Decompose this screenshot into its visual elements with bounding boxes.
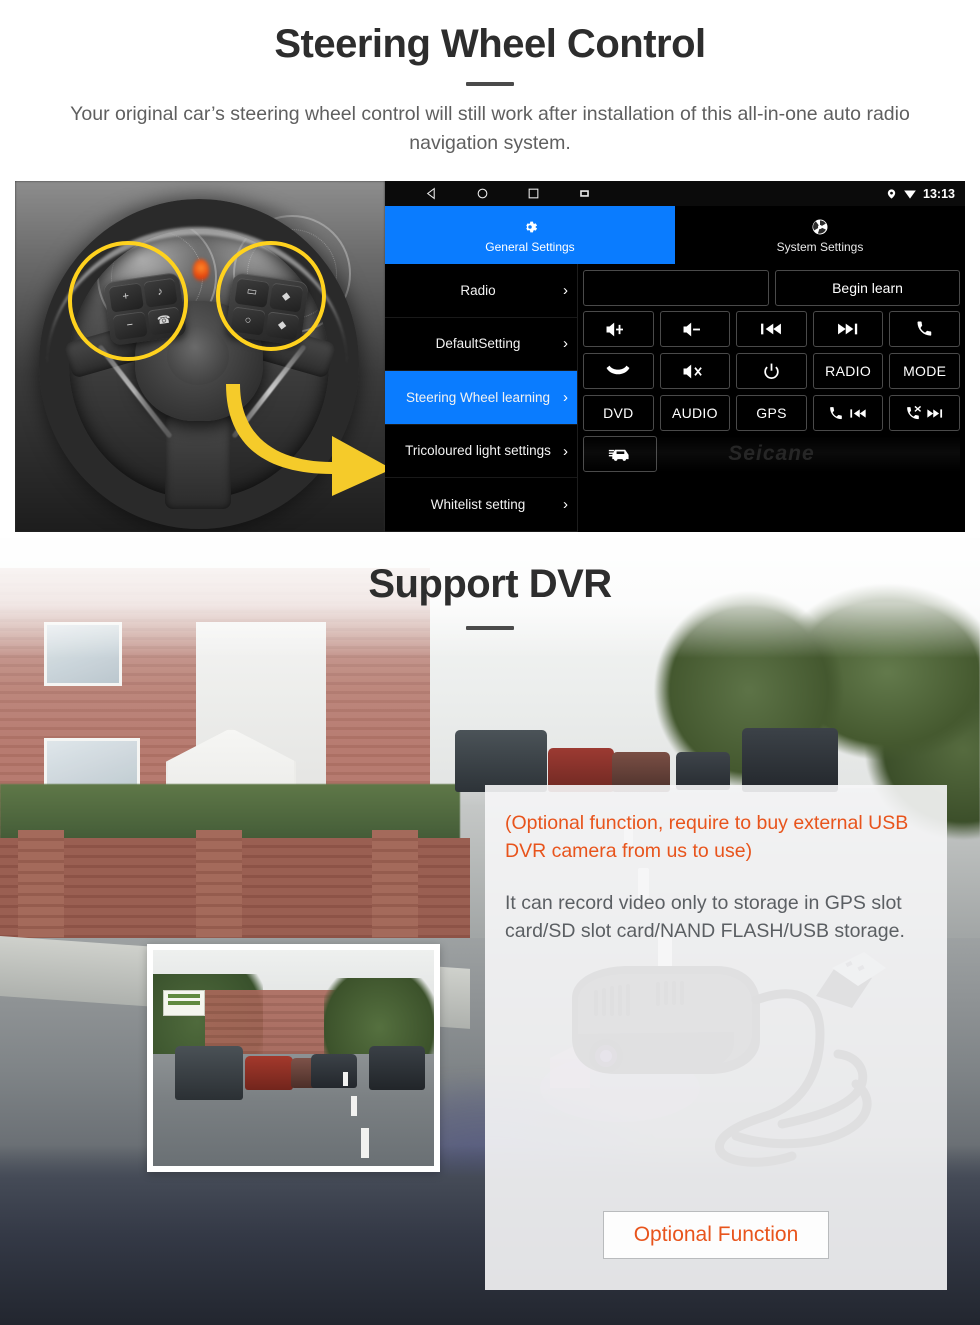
chevron-right-icon: › [563, 496, 568, 514]
mute-button[interactable] [659, 353, 731, 389]
head-unit-body: Radio › DefaultSetting › Steering Wheel … [385, 264, 965, 532]
previous-track-icon [850, 408, 866, 418]
title-divider [466, 82, 514, 86]
menu-item-tricoloured-light-settings-label: Tricoloured light settings [405, 443, 551, 459]
power-button[interactable] [736, 353, 807, 389]
menu-item-steering-wheel-learning[interactable]: Steering Wheel learning › [385, 371, 577, 425]
volume-up-button[interactable] [583, 311, 654, 347]
gps-button[interactable]: GPS [736, 395, 807, 431]
dvr-optional-note: (Optional function, require to buy exter… [505, 812, 909, 862]
status-bar-right: 13:13 [886, 181, 955, 206]
chevron-right-icon: › [563, 442, 568, 460]
inset-road-sign [163, 990, 205, 1016]
chevron-right-icon: › [563, 335, 568, 353]
call-previous-button[interactable] [812, 395, 884, 431]
dashcam-recording-thumbnail [147, 944, 440, 1172]
page-subtitle: Your original car’s steering wheel contr… [70, 103, 910, 155]
inset-car [175, 1046, 243, 1100]
inset-lane-marking [361, 1128, 369, 1158]
yellow-arrow-icon [220, 366, 385, 496]
inset-car [311, 1054, 357, 1088]
dvr-title: Support DVR [368, 562, 612, 606]
volume-down-button[interactable] [659, 311, 731, 347]
parked-car [455, 730, 547, 792]
highlight-circle-right [216, 241, 326, 351]
chevron-right-icon: › [563, 281, 568, 299]
function-button-grid: RADIO MODE DVD AUDIO GPS [583, 311, 960, 431]
call-hangup-icon [606, 365, 630, 375]
support-dvr-section: Support DVR (Optional function, require … [0, 538, 980, 1325]
menu-item-tricoloured-light-settings[interactable]: Tricoloured light settings › [385, 425, 577, 479]
settings-tabs: General Settings System Settings [385, 206, 965, 264]
tab-general-settings[interactable]: General Settings [385, 206, 675, 264]
steering-wheel-photo: + ♪ − ☎ ▭ ◆ ○ ◆ [15, 181, 385, 532]
callend-next-button[interactable] [889, 395, 960, 431]
parked-car [742, 728, 838, 792]
highlight-circle-left [68, 241, 188, 361]
android-nav-icons [425, 187, 591, 200]
dvr-title-divider [466, 626, 514, 630]
inset-car [369, 1046, 425, 1090]
vehicle-info-button[interactable] [583, 436, 657, 472]
screenshot-icon[interactable] [578, 187, 591, 200]
settings-menu-list: Radio › DefaultSetting › Steering Wheel … [385, 264, 578, 532]
learning-panel: Begin learn RADIO MODE DVD AUDIO GPS Sei… [578, 264, 965, 532]
next-track-icon [927, 408, 942, 418]
page-root: Steering Wheel Control Your original car… [0, 0, 980, 1325]
steering-wheel-control-section: Steering Wheel Control Your original car… [0, 0, 980, 538]
call-answer-icon [830, 406, 842, 419]
status-bar-time: 13:13 [923, 186, 955, 201]
recents-icon[interactable] [527, 187, 540, 200]
inset-car [245, 1056, 293, 1090]
learning-top-row: Begin learn [583, 270, 960, 306]
volume-down-icon [683, 322, 700, 336]
call-reject-icon [906, 405, 921, 419]
menu-item-radio[interactable]: Radio › [385, 264, 577, 318]
location-pin-icon [887, 188, 896, 199]
previous-track-button[interactable] [736, 311, 807, 347]
system-settings-icon [812, 219, 828, 234]
dvr-description: It can record video only to storage in G… [505, 892, 905, 942]
dvd-button[interactable]: DVD [583, 395, 654, 431]
inset-scene [153, 950, 434, 1166]
begin-learn-button[interactable]: Begin learn [775, 270, 960, 306]
tab-system-settings[interactable]: System Settings [675, 206, 965, 264]
menu-item-steering-wheel-learning-label: Steering Wheel learning [405, 389, 551, 405]
optional-function-button[interactable]: Optional Function [603, 1211, 829, 1259]
menu-item-whitelist-setting-label: Whitelist setting [430, 496, 526, 512]
android-status-bar: 13:13 [385, 181, 965, 206]
call-answer-button[interactable] [889, 311, 960, 347]
power-icon [764, 363, 779, 379]
tab-general-settings-label: General Settings [485, 239, 575, 254]
call-answer-icon [917, 321, 931, 336]
key-value-display[interactable] [583, 270, 769, 306]
gear-icon [526, 221, 538, 232]
mode-button[interactable]: MODE [889, 353, 960, 389]
tab-system-settings-label: System Settings [776, 239, 864, 254]
volume-up-icon [606, 322, 624, 336]
wifi-icon [904, 190, 916, 199]
call-hangup-button[interactable] [583, 353, 654, 389]
menu-item-whitelist-setting[interactable]: Whitelist setting › [385, 478, 577, 532]
last-button-row: Seicane [583, 436, 960, 472]
previous-track-icon [761, 323, 782, 335]
inset-lane-marking [351, 1096, 357, 1116]
dvr-info-panel: (Optional function, require to buy exter… [485, 785, 947, 1290]
head-unit-screen: 13:13 General Settings System Settings R… [385, 181, 965, 532]
inset-lane-marking [343, 1072, 348, 1086]
vehicle-info-icon [608, 449, 629, 461]
audio-button[interactable]: AUDIO [659, 395, 731, 431]
back-icon[interactable] [425, 187, 438, 200]
menu-item-radio-label: Radio [460, 282, 496, 298]
menu-item-defaultsetting-label: DefaultSetting [435, 336, 521, 352]
home-icon[interactable] [476, 187, 489, 200]
menu-item-defaultsetting[interactable]: DefaultSetting › [385, 318, 577, 372]
media-strip: + ♪ − ☎ ▭ ◆ ○ ◆ 13:13 General Settings S… [15, 181, 965, 532]
mute-icon [683, 364, 702, 378]
next-track-icon [838, 323, 858, 335]
chevron-right-icon: › [563, 388, 568, 406]
radio-button[interactable]: RADIO [812, 353, 884, 389]
page-title: Steering Wheel Control [274, 22, 706, 66]
next-track-button[interactable] [812, 311, 884, 347]
